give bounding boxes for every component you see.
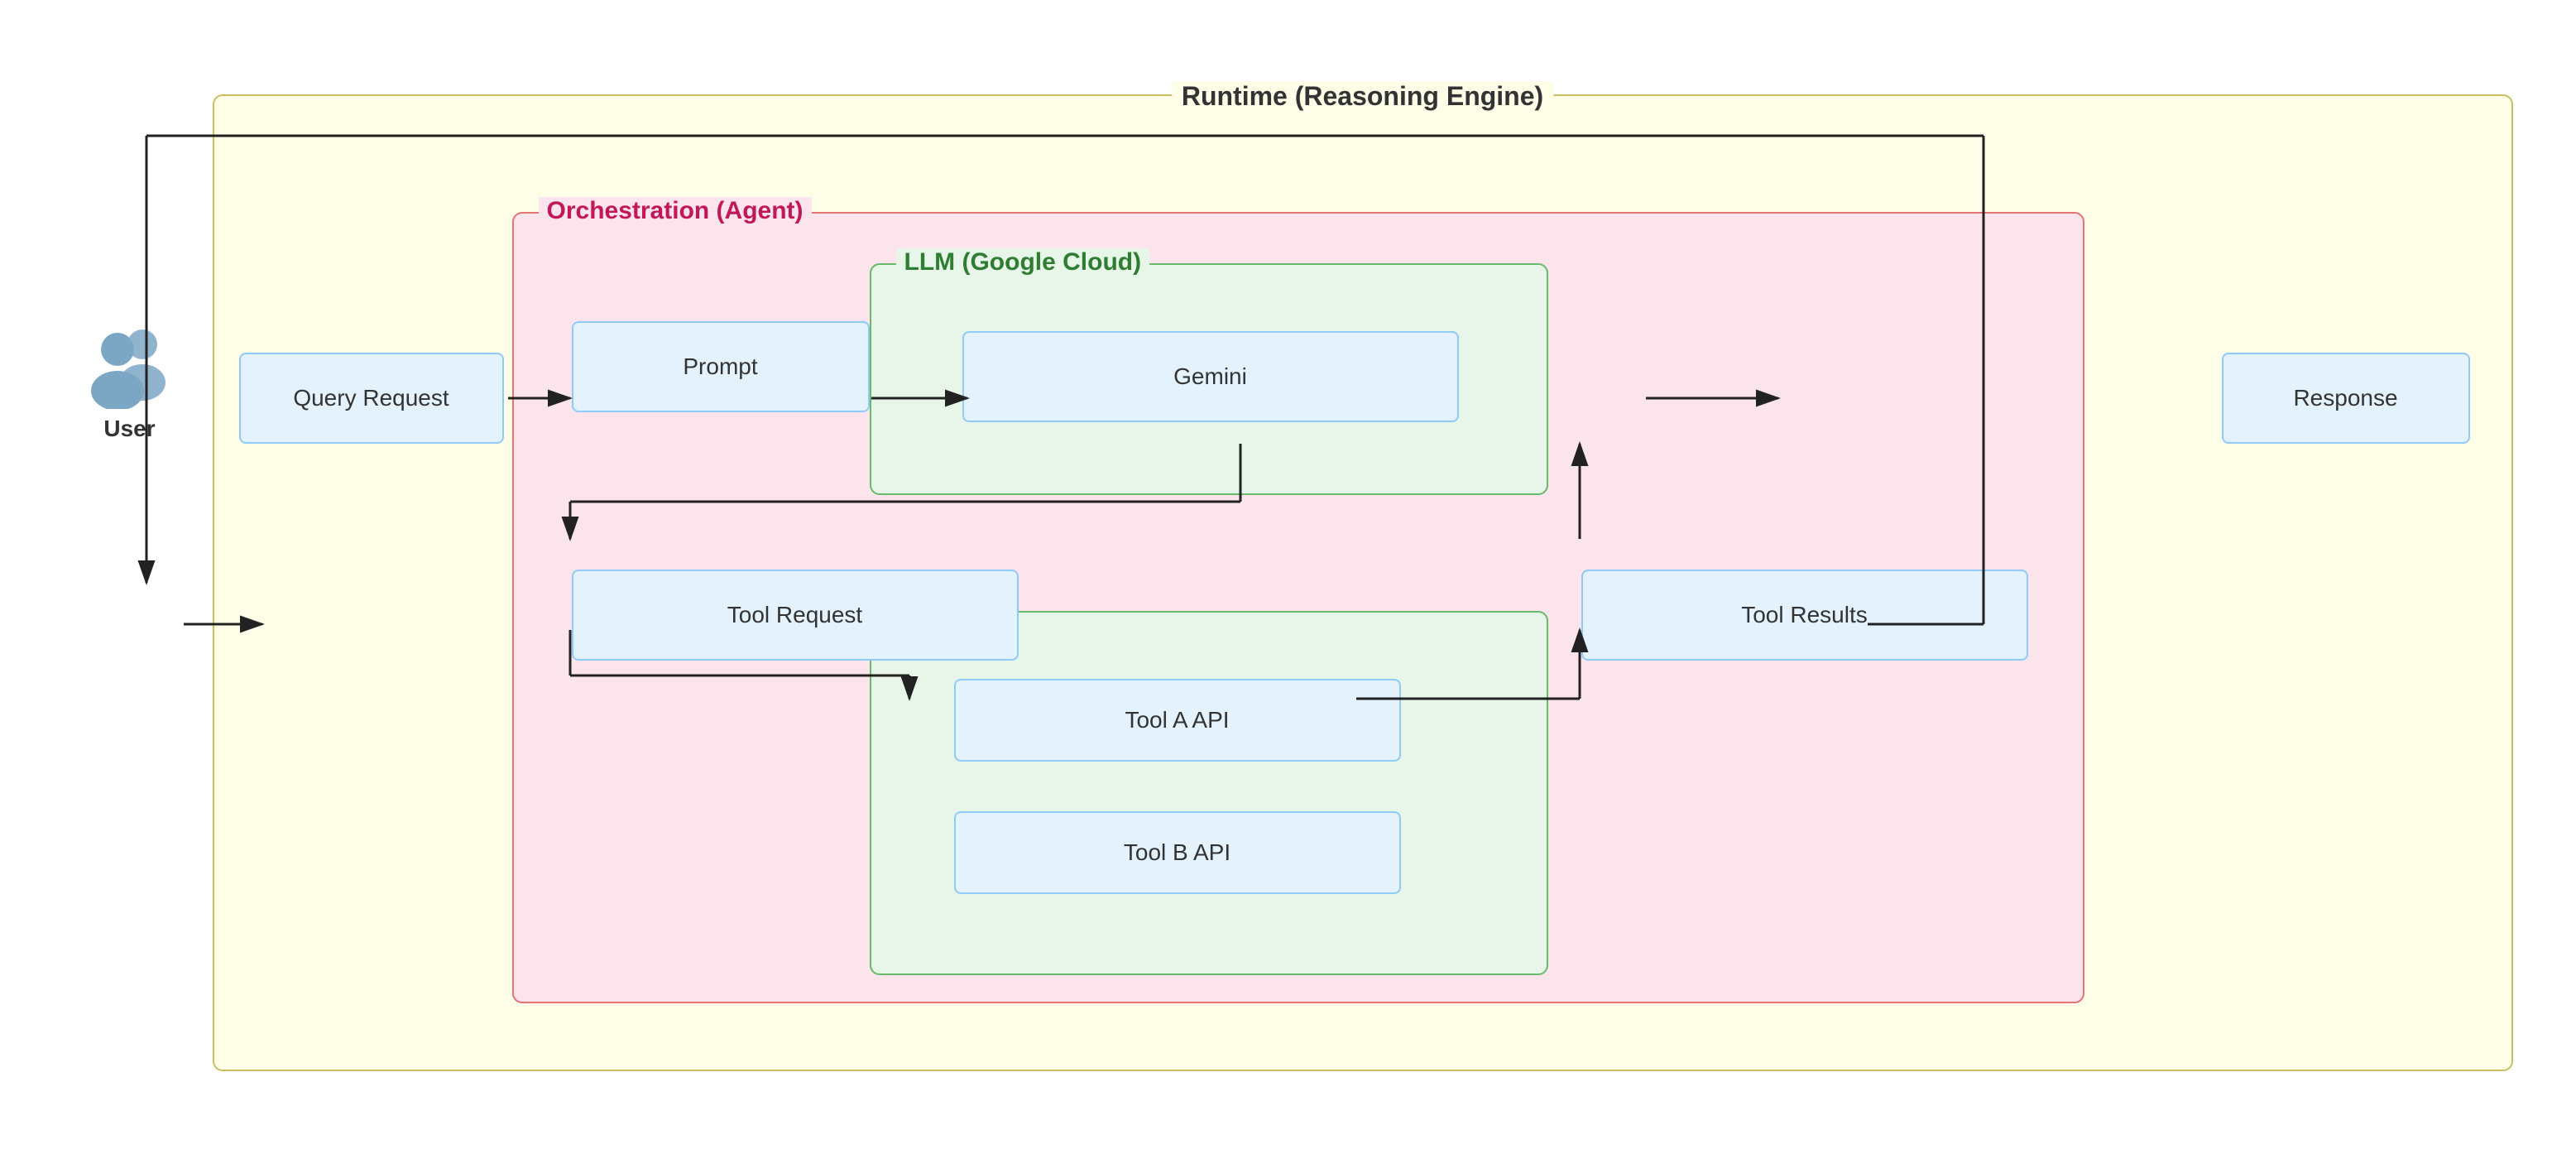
- user-icon: [80, 326, 180, 409]
- response-box: Response: [2222, 353, 2470, 444]
- tool-b-box: Tool B API: [954, 811, 1401, 894]
- llm-label: LLM (Google Cloud): [896, 248, 1150, 276]
- user-label: User: [103, 416, 155, 442]
- diagram-container: Runtime (Reasoning Engine) Orchestration…: [47, 45, 2530, 1104]
- user-container: User: [80, 326, 180, 442]
- prompt-box: Prompt: [572, 321, 870, 412]
- runtime-label: Runtime (Reasoning Engine): [1172, 81, 1553, 112]
- tool-results-box: Tool Results: [1581, 570, 2028, 661]
- llm-region: LLM (Google Cloud) Gemini: [870, 263, 1548, 495]
- orchestration-region: Orchestration (Agent) LLM (Google Cloud)…: [512, 212, 2084, 1003]
- tool-request-box: Tool Request: [572, 570, 1019, 661]
- orchestration-label: Orchestration (Agent): [539, 197, 812, 225]
- query-request-box: Query Request: [239, 353, 504, 444]
- gemini-box: Gemini: [962, 331, 1459, 422]
- tools-region: Tools Tool A API Tool B API: [870, 611, 1548, 975]
- runtime-region: Runtime (Reasoning Engine) Orchestration…: [213, 94, 2513, 1071]
- tool-a-box: Tool A API: [954, 679, 1401, 762]
